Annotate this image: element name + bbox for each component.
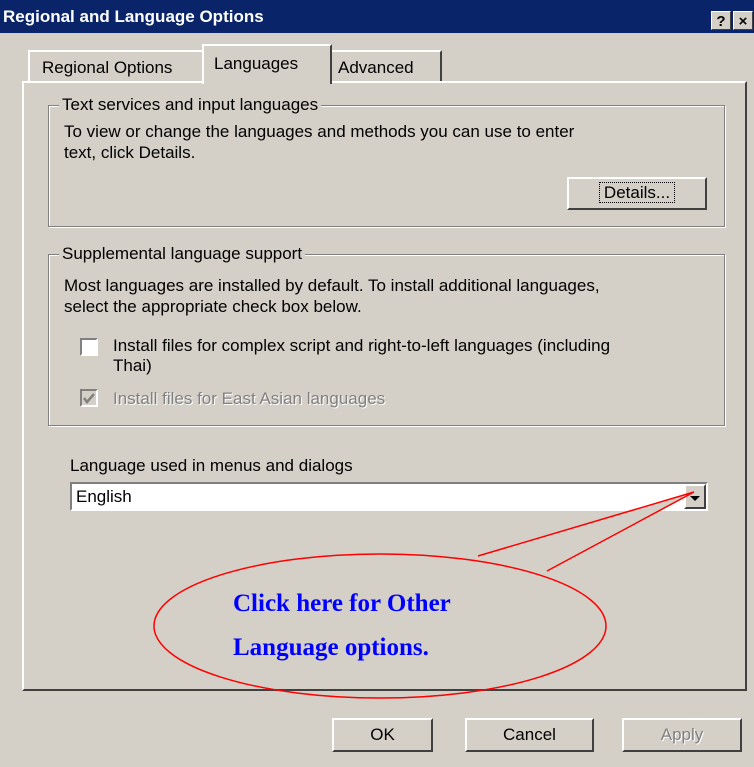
tab-languages[interactable]: Languages [202,44,332,84]
apply-button[interactable]: Apply [622,718,742,752]
callout-text-line2: Language options. [233,634,429,661]
ok-button[interactable]: OK [332,718,433,752]
cancel-button[interactable]: Cancel [465,718,594,752]
tab-label: Languages [214,54,299,73]
callout-text-line1: Click here for Other [233,590,451,617]
